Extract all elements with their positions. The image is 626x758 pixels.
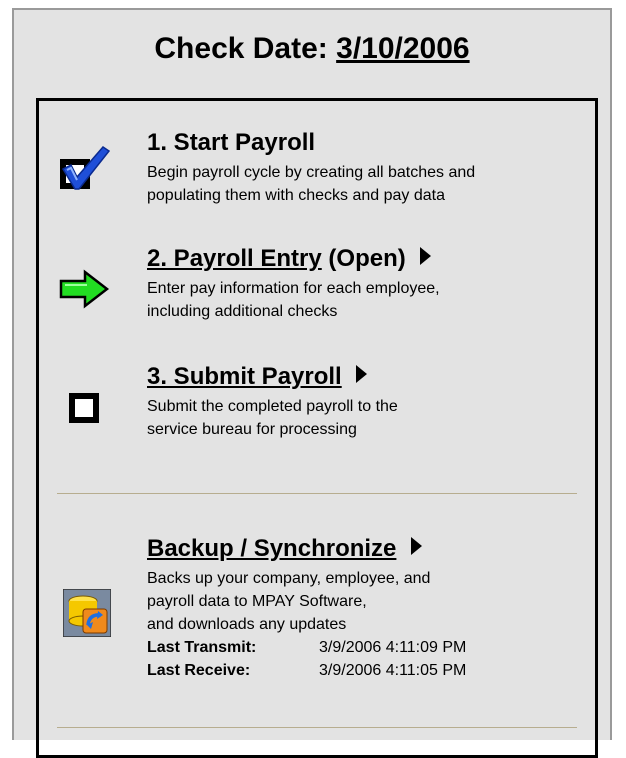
payroll-entry-link[interactable]: 2. Payroll Entry bbox=[147, 245, 322, 272]
last-receive-label: Last Receive: bbox=[147, 662, 251, 679]
payroll-panel-frame: Check Date: 3/10/2006 1. Start Payroll B… bbox=[12, 8, 612, 758]
submit-payroll-description: Submit the completed payroll to the serv… bbox=[147, 395, 398, 441]
payroll-entry-status: (Open) bbox=[328, 245, 406, 272]
submit-payroll-link[interactable]: 3. Submit Payroll bbox=[147, 363, 342, 390]
start-payroll-desc-line-1: Begin payroll cycle by creating all batc… bbox=[147, 164, 476, 181]
last-transmit-value: 3/9/2006 4:11:09 PM bbox=[319, 639, 467, 656]
payroll-entry-description: Enter pay information for each employee,… bbox=[147, 277, 440, 323]
backup-title-row: Backup / Synchronize bbox=[147, 535, 466, 563]
section-divider bbox=[57, 493, 577, 494]
green-arrow-icon bbox=[59, 269, 111, 314]
backup-synchronize-link[interactable]: Backup / Synchronize bbox=[147, 535, 396, 562]
payroll-entry-desc-line-1: Enter pay information for each employee, bbox=[147, 280, 440, 297]
start-payroll-description: Begin payroll cycle by creating all batc… bbox=[147, 161, 475, 207]
checkmark-icon bbox=[57, 141, 111, 200]
payroll-entry-arrow-icon[interactable] bbox=[420, 247, 432, 265]
last-transmit-label: Last Transmit: bbox=[147, 639, 257, 656]
check-date-value[interactable]: 3/10/2006 bbox=[336, 32, 469, 65]
backup-description: Backs up your company, employee, and pay… bbox=[147, 567, 466, 636]
backup-arrow-icon[interactable] bbox=[411, 537, 423, 555]
backup-desc-line-1: Backs up your company, employee, and bbox=[147, 570, 431, 587]
start-payroll-desc-line-2: populating them with checks and pay data bbox=[147, 187, 445, 204]
last-transmit-row: Last Transmit: 3/9/2006 4:11:09 PM bbox=[147, 636, 466, 659]
payroll-steps-panel: 1. Start Payroll Begin payroll cycle by … bbox=[36, 98, 598, 758]
submit-payroll-desc-line-2: service bureau for processing bbox=[147, 421, 357, 438]
backup-desc-line-3: and downloads any updates bbox=[147, 616, 347, 633]
backup-desc-line-2: payroll data to MPAY Software, bbox=[147, 593, 367, 610]
submit-payroll-title-row: 3. Submit Payroll bbox=[147, 363, 398, 391]
payroll-entry-title-row: 2. Payroll Entry (Open) bbox=[147, 245, 440, 273]
submit-payroll-desc-line-1: Submit the completed payroll to the bbox=[147, 398, 398, 415]
check-date-label: Check Date: bbox=[154, 32, 328, 65]
last-receive-row: Last Receive: 3/9/2006 4:11:05 PM bbox=[147, 659, 466, 682]
submit-payroll-arrow-icon[interactable] bbox=[356, 365, 368, 383]
last-receive-value: 3/9/2006 4:11:05 PM bbox=[319, 662, 467, 679]
check-date-header: Check Date: 3/10/2006 bbox=[14, 32, 610, 66]
database-sync-icon bbox=[62, 588, 112, 642]
empty-checkbox-icon bbox=[69, 393, 99, 428]
bottom-divider bbox=[57, 727, 577, 728]
start-payroll-title: 1. Start Payroll bbox=[147, 129, 316, 156]
payroll-entry-desc-line-2: including additional checks bbox=[147, 303, 338, 320]
